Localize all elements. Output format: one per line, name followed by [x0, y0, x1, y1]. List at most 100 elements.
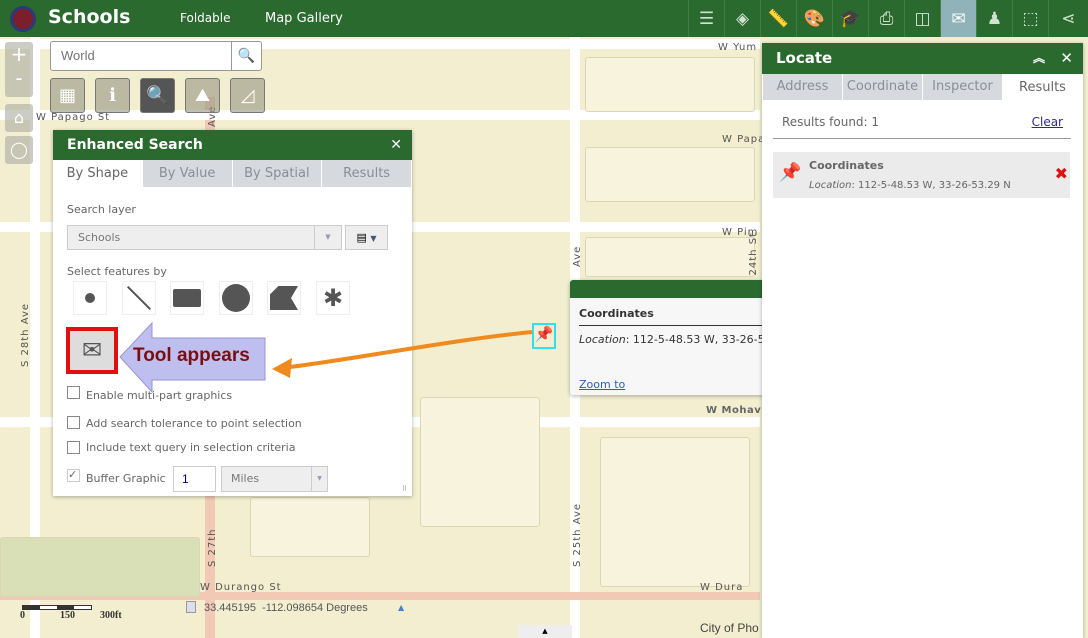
street-label: Ave	[572, 245, 583, 267]
street-view-icon[interactable]: ♟	[976, 0, 1012, 37]
text-query-checkbox[interactable]	[67, 441, 80, 454]
street-label: W Papa	[722, 134, 766, 145]
rectangle-icon[interactable]	[170, 281, 204, 315]
tab-by-value[interactable]: By Value	[143, 160, 233, 187]
annotation-text: Tool appears	[133, 345, 250, 366]
results-count: Results found: 1	[782, 115, 880, 129]
polygon-icon[interactable]	[267, 281, 301, 315]
collapse-icon[interactable]: ︽	[1033, 43, 1045, 74]
basemap-icon[interactable]: 🎨	[796, 0, 832, 37]
map-gallery-link[interactable]: Map Gallery	[265, 11, 343, 26]
street-label: W Yum	[718, 42, 758, 53]
city-seal-logo	[10, 6, 36, 32]
scale-label: 0	[20, 610, 25, 621]
identify-button[interactable]: ℹ	[95, 78, 130, 113]
zoom-out-button[interactable]: -	[5, 66, 33, 90]
zoom-in-button[interactable]: +	[5, 42, 33, 66]
tab-inspector[interactable]: Inspector	[923, 74, 1003, 100]
zoom-control: + -	[5, 42, 33, 97]
street-label: S 25th Ave	[572, 502, 583, 567]
search-button[interactable]: 🔍	[231, 42, 261, 70]
locate-panel: Locate ︽ ✕ Address Coordinate Inspector …	[762, 43, 1083, 638]
street-label: W Durango St	[200, 582, 282, 593]
orange-arrow	[272, 330, 533, 378]
pushpin-icon: 📌	[779, 162, 802, 183]
checkbox-label: Enable multi-part graphics	[86, 389, 233, 402]
line-icon[interactable]	[122, 281, 156, 315]
legend-icon[interactable]: ☰	[688, 0, 724, 37]
street-label: S 24th St	[748, 232, 759, 287]
enhanced-search-button[interactable]: 🔍	[140, 78, 175, 113]
buffer-unit-value: Miles	[231, 472, 260, 485]
buffer-distance-input[interactable]	[173, 466, 216, 492]
scale-bar	[22, 605, 92, 610]
chart-button[interactable]: ◿	[230, 78, 265, 113]
basemap-gallery-button[interactable]: ▦	[50, 78, 85, 113]
street-label: W Papago St	[36, 112, 111, 123]
locate-me-button[interactable]: ◯	[5, 136, 33, 164]
location-label: Location	[809, 180, 852, 191]
search-input[interactable]	[61, 48, 221, 63]
measure-icon[interactable]: 📏	[760, 0, 796, 37]
attribution: City of Pho	[700, 621, 759, 635]
close-icon[interactable]: ✕	[390, 130, 402, 160]
location-label: Location	[579, 333, 626, 346]
coordinate-unit-toggle[interactable]: ▲	[398, 603, 404, 612]
street-label: W Mohav	[706, 405, 762, 416]
coordinate-icon[interactable]	[186, 601, 196, 613]
result-item[interactable]: 📌 Coordinates Location: 112-5-48.53 W, 3…	[773, 152, 1070, 198]
tab-results[interactable]: Results	[1003, 74, 1083, 100]
point-icon[interactable]	[73, 281, 107, 315]
street-label: S 28th Ave	[20, 302, 31, 367]
checkbox-label: Add search tolerance to point selection	[86, 417, 302, 430]
print-icon[interactable]: ⎙	[868, 0, 904, 37]
chevron-down-icon: ▼	[311, 467, 327, 491]
draw-icon[interactable]: ⬚	[1012, 0, 1048, 37]
multipart-checkbox[interactable]	[67, 386, 80, 399]
clear-link[interactable]: Clear	[1032, 115, 1063, 129]
popup-title: Coordinates	[579, 307, 654, 320]
search-layer-value: Schools	[78, 231, 121, 244]
elevation-profile-button[interactable]: ⛰	[185, 78, 220, 113]
tab-results[interactable]: Results	[322, 160, 412, 187]
bottom-panel-toggle[interactable]: ▲	[518, 625, 572, 638]
scale-label: 300ft	[100, 610, 122, 621]
tab-by-spatial[interactable]: By Spatial	[233, 160, 323, 187]
search-layer-select[interactable]: Schools ▼	[67, 225, 342, 250]
share-icon[interactable]: ⋖	[1048, 0, 1088, 37]
home-button[interactable]: ⌂	[5, 104, 33, 132]
layers-icon[interactable]: ◈	[724, 0, 760, 37]
layer-options-button[interactable]: ▤ ▼	[345, 225, 388, 250]
panel-title: Enhanced Search	[67, 137, 203, 153]
buffer-label: Buffer Graphic	[86, 472, 166, 485]
education-icon[interactable]: 🎓	[832, 0, 868, 37]
delete-icon[interactable]: ✖	[1055, 164, 1068, 183]
chevron-down-icon: ▼	[314, 226, 341, 249]
coordinate-readout: 33.445195 -112.098654 Degrees	[204, 602, 368, 614]
swipe-icon[interactable]: ◫	[904, 0, 940, 37]
header: Schools Foldable Map Gallery ☰ ◈ 📏 🎨 🎓 ⎙…	[0, 0, 1088, 37]
tab-by-shape[interactable]: By Shape	[53, 160, 143, 187]
circle-icon[interactable]	[219, 281, 253, 315]
location-value: : 112-5-48.53 W, 33-26-53.29 N	[851, 180, 1011, 191]
freehand-icon[interactable]: ✱	[316, 281, 350, 315]
search-layer-label: Search layer	[67, 203, 136, 216]
tab-coordinate[interactable]: Coordinate	[843, 74, 923, 100]
tab-address[interactable]: Address	[763, 74, 843, 100]
locate-tool-button[interactable]: ✉	[66, 327, 118, 374]
close-icon[interactable]: ✕	[1060, 43, 1073, 74]
panel-title: Locate	[776, 49, 833, 67]
scale-label: 150	[60, 610, 75, 621]
buffer-unit-select[interactable]: Miles ▼	[221, 466, 328, 492]
zoom-to-link[interactable]: Zoom to	[579, 378, 625, 391]
search-icon: 🔍	[237, 48, 256, 64]
tolerance-checkbox[interactable]	[67, 416, 80, 429]
locate-icon[interactable]: ✉	[940, 0, 976, 37]
buffer-checkbox[interactable]: ✓	[67, 469, 80, 482]
app-title: Schools	[48, 6, 131, 28]
pushpin-marker[interactable]: 📌	[532, 323, 556, 349]
street-label: S 27th	[207, 528, 218, 567]
foldable-link[interactable]: Foldable	[180, 11, 230, 25]
resize-handle[interactable]: ⠿	[402, 485, 407, 493]
result-title: Coordinates	[809, 159, 884, 172]
